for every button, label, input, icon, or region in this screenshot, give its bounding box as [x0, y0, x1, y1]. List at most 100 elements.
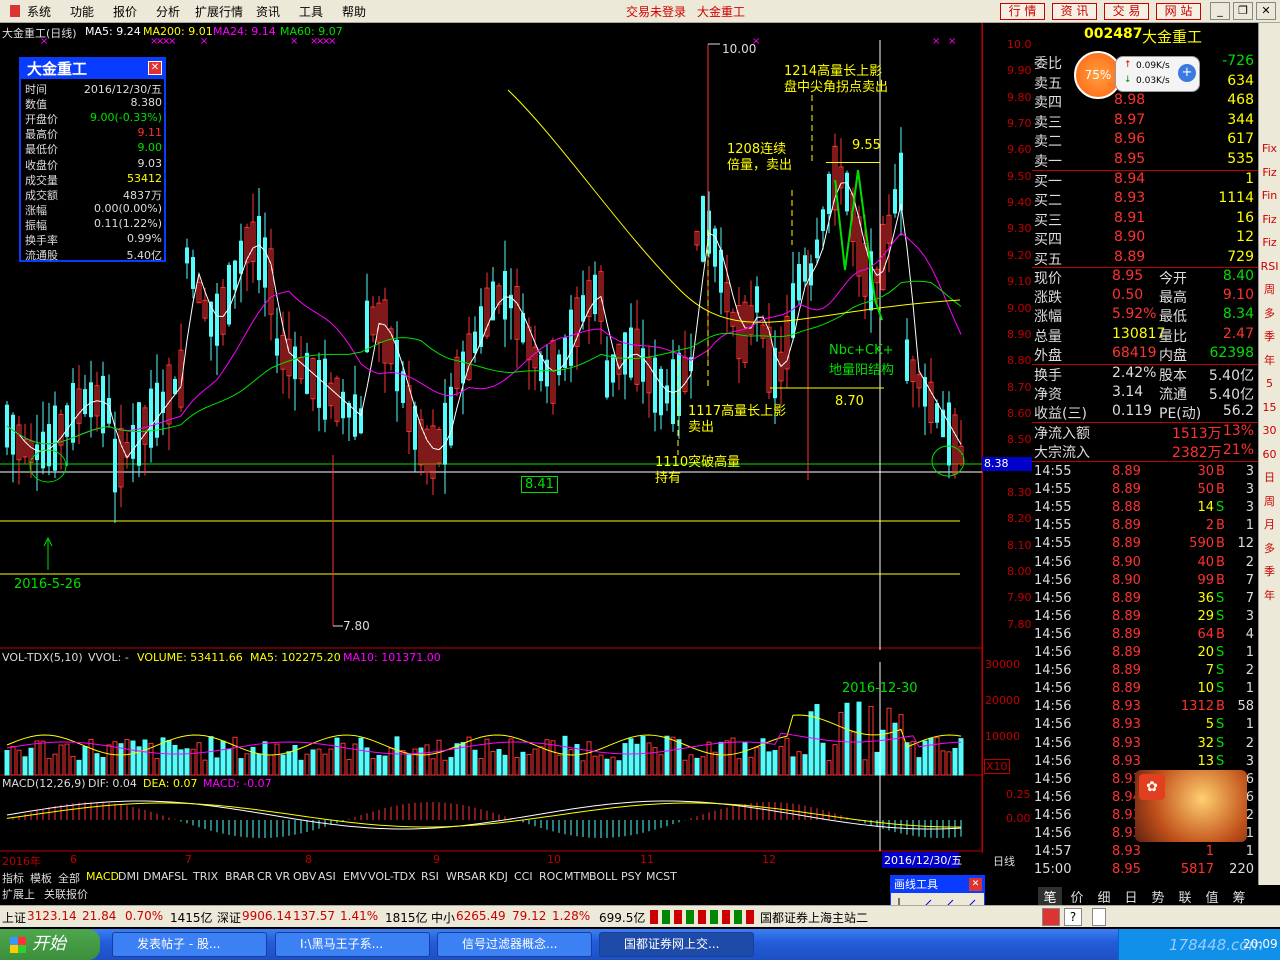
toolbar-button-3[interactable]: Fiz: [1260, 210, 1279, 229]
ask-label: 卖四: [1034, 95, 1062, 112]
quote-tab-3[interactable]: 日: [1119, 887, 1143, 906]
indicator-tab-指标[interactable]: 指标: [2, 870, 24, 886]
volume-bar: [844, 702, 850, 776]
menu-item-system[interactable]: 系统: [27, 3, 51, 20]
toolbar-button-0[interactable]: Fix: [1260, 139, 1279, 158]
candle-down: [257, 216, 261, 281]
indicator-tab-cci[interactable]: CCI: [514, 870, 533, 883]
help-icon[interactable]: ?: [1064, 908, 1082, 926]
tick-side: B: [1216, 554, 1225, 570]
news-icon[interactable]: [1042, 908, 1060, 926]
macd-axis-025: 0.25: [1006, 788, 1031, 801]
quote-tab-6[interactable]: 值: [1200, 887, 1224, 906]
toolbar-button-2[interactable]: Fin: [1260, 186, 1279, 205]
volume-bar: [412, 748, 418, 776]
tab-trade[interactable]: 交 易: [1104, 3, 1149, 20]
tick-side: B: [1216, 572, 1225, 588]
toolbar-button-4[interactable]: Fiz: [1260, 233, 1279, 252]
indicator-tab-cr[interactable]: CR: [257, 870, 272, 883]
indicator-tab-vol-tdx[interactable]: VOL-TDX: [368, 870, 416, 883]
toolbar-button-14[interactable]: 日: [1260, 468, 1279, 487]
toolbar-button-6[interactable]: 周: [1260, 280, 1279, 299]
indicator-tab-mcst[interactable]: MCST: [646, 870, 677, 883]
menu-item-analysis[interactable]: 分析: [156, 3, 180, 20]
indicator-tab-vr[interactable]: VR: [275, 870, 290, 883]
toolbar-button-5[interactable]: RSI: [1260, 257, 1279, 276]
close-icon[interactable]: ✕: [1256, 2, 1276, 20]
indicator-tab-rsi[interactable]: RSI: [421, 870, 439, 883]
task-broker[interactable]: 国都证券网上交...: [599, 932, 754, 957]
scroll-icon[interactable]: [1092, 908, 1106, 926]
menu-item-news[interactable]: 资讯: [256, 3, 280, 20]
related-quote-tab[interactable]: 关联报价: [44, 886, 88, 902]
info-key: 最高价: [25, 128, 58, 142]
plus-icon[interactable]: +: [1178, 64, 1196, 82]
quote-tab-4[interactable]: 势: [1146, 887, 1170, 906]
toolbar-button-8[interactable]: 季: [1260, 327, 1279, 346]
volume-bar: [226, 748, 232, 776]
quote-tab-0[interactable]: 笔: [1038, 887, 1062, 906]
volume-bar: [850, 731, 856, 776]
quote-tab-7[interactable]: 筹: [1227, 887, 1251, 906]
indicator-tab-brar[interactable]: BRAR: [225, 870, 255, 883]
indicator-tab-emv[interactable]: EMV: [343, 870, 367, 883]
indicator-tab-psy[interactable]: PSY: [621, 870, 641, 883]
indicator-tab-kdj[interactable]: KDJ: [489, 870, 508, 883]
indicator-tab-obv[interactable]: OBV: [293, 870, 316, 883]
indicator-tab-全部[interactable]: 全部: [58, 870, 80, 886]
menu-item-extended[interactable]: 扩展行情: [195, 3, 243, 20]
tab-market[interactable]: 行 情: [1000, 3, 1045, 20]
toolbar-button-18[interactable]: 季: [1260, 562, 1279, 581]
tab-website[interactable]: 网 站: [1156, 3, 1201, 20]
toolbar-button-7[interactable]: 多: [1260, 304, 1279, 323]
volume-bar: [724, 740, 730, 776]
close-icon[interactable]: ✕: [969, 878, 982, 891]
toolbar-button-13[interactable]: 60: [1260, 445, 1279, 464]
toolbar-button-12[interactable]: 30: [1260, 421, 1279, 440]
indicator-tab-asi[interactable]: ASI: [318, 870, 336, 883]
period-label[interactable]: 日线: [993, 853, 1015, 869]
indicator-tab-trix[interactable]: TRIX: [193, 870, 218, 883]
tick-time: 14:56: [1034, 681, 1072, 697]
toolbar-button-16[interactable]: 月: [1260, 515, 1279, 534]
task-signal[interactable]: 信号过滤器概念...: [437, 932, 592, 957]
quote-tab-5[interactable]: 联: [1173, 887, 1197, 906]
indicator-tab-sar[interactable]: SAR: [464, 870, 486, 883]
tick-time: 14:56: [1034, 753, 1072, 769]
toolbar-button-1[interactable]: Fiz: [1260, 163, 1279, 182]
close-icon[interactable]: ✕: [148, 61, 162, 75]
indicator-tab-dmi[interactable]: DMI: [118, 870, 139, 883]
quote-tab-2[interactable]: 细: [1092, 887, 1116, 906]
menu-item-function[interactable]: 功能: [70, 3, 94, 20]
menu-item-quote[interactable]: 报价: [113, 3, 137, 20]
indicator-tab-mtm[interactable]: MTM: [564, 870, 590, 883]
indicator-tab-dma[interactable]: DMA: [143, 870, 169, 883]
indicator-tab-wr[interactable]: WR: [446, 870, 465, 883]
indicator-tab-boll[interactable]: BOLL: [589, 870, 617, 883]
floating-ad-icon[interactable]: ✿: [1135, 770, 1247, 842]
tick-time: 15:00: [1034, 862, 1072, 878]
toolbar-button-15[interactable]: 周: [1260, 492, 1279, 511]
indicator-tab-fsl[interactable]: FSL: [168, 870, 187, 883]
indicator-tab-macd[interactable]: MACD: [86, 870, 119, 883]
restore-icon[interactable]: ❐: [1233, 2, 1253, 20]
info-row: 涨幅 0.00(0.00%): [23, 202, 164, 217]
minimize-icon[interactable]: _: [1210, 2, 1230, 20]
macd-value: MACD: -0.07: [203, 777, 272, 790]
task-folder[interactable]: I:\黑马王子系...: [275, 932, 430, 957]
toolbar-button-19[interactable]: 年: [1260, 586, 1279, 605]
menu-item-tools[interactable]: 工具: [299, 3, 323, 20]
toolbar-button-11[interactable]: 15: [1260, 398, 1279, 417]
quote-tab-1[interactable]: 价: [1065, 887, 1089, 906]
menu-item-help[interactable]: 帮助: [342, 3, 366, 20]
toolbar-button-9[interactable]: 年: [1260, 351, 1279, 370]
toolbar-button-10[interactable]: 5: [1260, 374, 1279, 393]
ext-tab[interactable]: 扩展上: [2, 886, 35, 902]
toolbar-button-17[interactable]: 多: [1260, 539, 1279, 558]
app-icon[interactable]: [10, 5, 20, 17]
indicator-tab-roc[interactable]: ROC: [539, 870, 563, 883]
tab-news[interactable]: 资 讯: [1052, 3, 1097, 20]
zx-pct: 1.28%: [552, 909, 591, 923]
task-post[interactable]: 发表帖子 - 股...: [112, 932, 267, 957]
indicator-tab-模板[interactable]: 模板: [30, 870, 52, 886]
